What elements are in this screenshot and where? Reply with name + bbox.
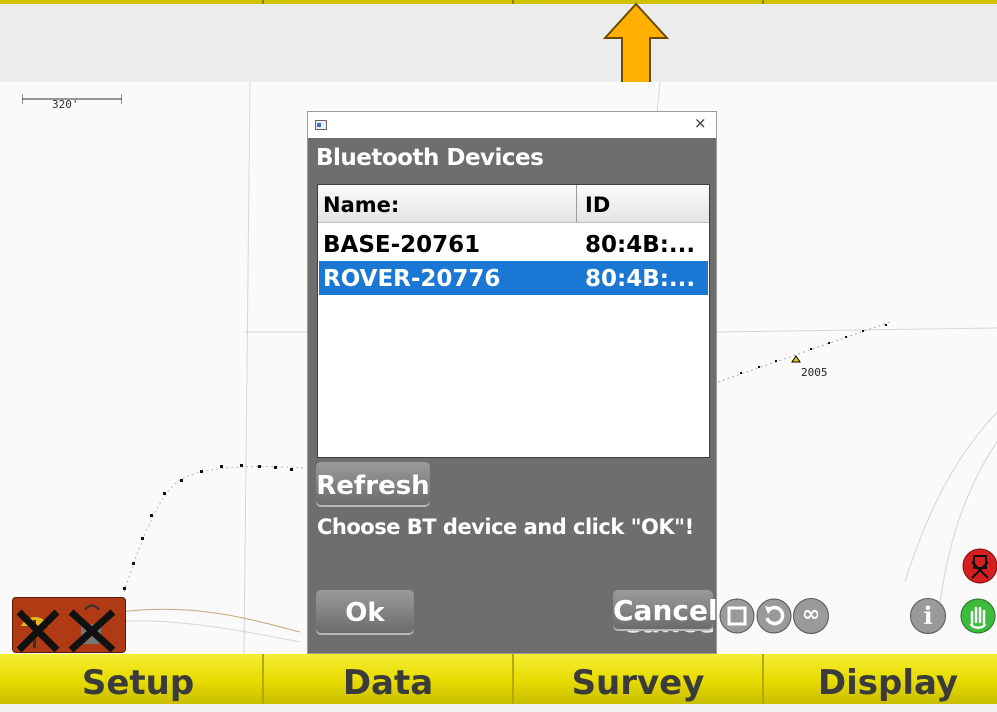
list-item-selected[interactable]: ROVER-20776 80:4B:... [319,261,708,295]
column-header-name[interactable]: Name: [323,185,399,222]
instruction-text: Choose BT device and click "OK"! [317,515,694,539]
no-reception-icon[interactable] [962,548,997,584]
zoom-extents-button[interactable] [719,598,755,634]
loop-button[interactable]: ∞ [793,598,829,634]
refresh-view-button[interactable] [756,598,792,634]
column-separator[interactable] [576,185,577,222]
info-button[interactable]: i [910,598,946,634]
scale-label: 320' [52,98,79,111]
cancel-button[interactable]: Cancel [613,590,718,630]
list-header: Name: ID [318,185,709,223]
up-arrow-icon[interactable] [603,2,669,86]
refresh-button[interactable]: Refresh [316,462,430,506]
window-icon [315,120,327,130]
device-name: BASE-20761 [323,232,481,258]
tab-data[interactable]: Data [264,654,512,704]
dialog-titlebar[interactable]: × [308,112,716,138]
dialog-title: Bluetooth Devices [316,145,544,171]
top-panel [0,4,997,82]
device-list[interactable]: Name: ID BASE-20761 80:4B:... ROVER-2077… [317,184,710,458]
no-satellite-icon [16,604,116,652]
close-icon[interactable]: × [694,114,707,132]
bluetooth-devices-dialog: × Bluetooth Devices Name: ID BASE-20761 … [307,111,718,654]
point-label: 2005 [801,366,828,379]
device-id: 80:4B:... [585,266,696,292]
list-item[interactable]: BASE-20761 80:4B:... [319,227,708,261]
gnss-status-icon[interactable] [12,597,126,653]
tab-display[interactable]: Display [764,654,997,704]
column-header-id[interactable]: ID [585,185,610,222]
tab-survey[interactable]: Survey [514,654,762,704]
bottom-tab-bar: Setup Data Survey Display [0,654,997,704]
device-name: ROVER-20776 [323,266,501,292]
tab-setup[interactable]: Setup [14,654,262,704]
device-id: 80:4B:... [585,232,696,258]
pan-hand-button[interactable] [960,598,996,634]
ok-button[interactable]: Ok [316,590,414,634]
